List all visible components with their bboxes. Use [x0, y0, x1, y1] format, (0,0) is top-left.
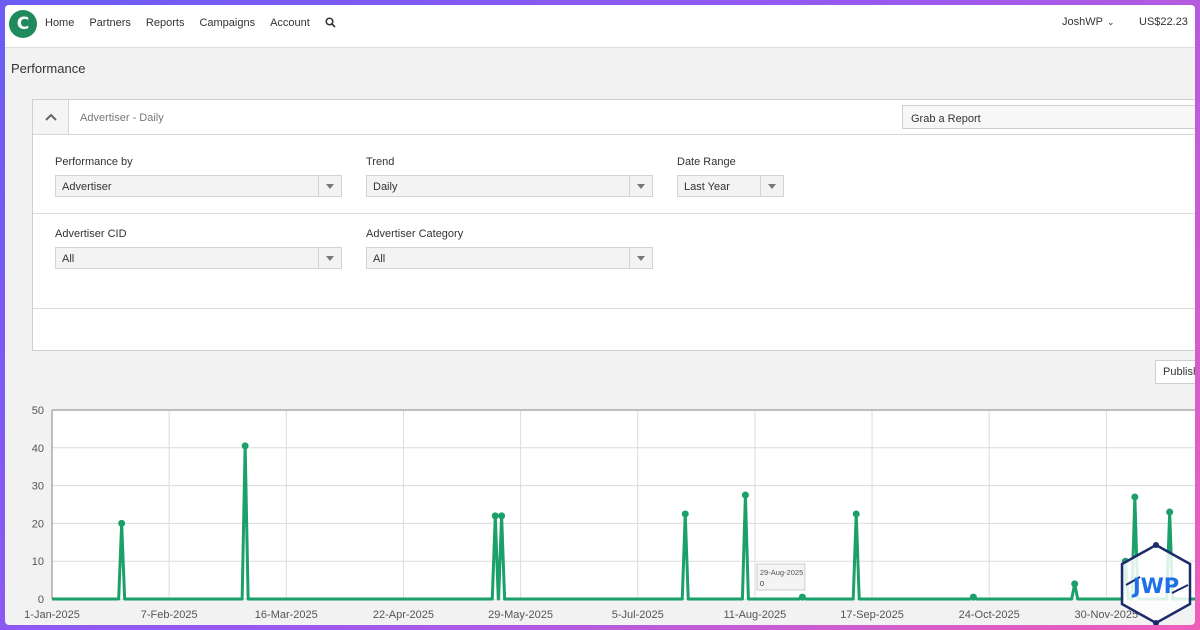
tooltip-date: 29-Aug-2025 [760, 568, 803, 577]
advertiser-cid-select[interactable]: All [55, 247, 342, 269]
grab-report-select[interactable]: Grab a Report [902, 105, 1195, 129]
nav-link-reports[interactable]: Reports [146, 17, 185, 29]
data-point [1071, 580, 1079, 588]
dropdown-arrow-icon [629, 248, 652, 268]
advertiser-category-label: Advertiser Category [366, 228, 464, 240]
advertiser-cid-value: All [62, 253, 75, 265]
data-point [498, 512, 506, 520]
chevron-down-icon: ⌄ [1106, 17, 1115, 27]
performance-by-label: Performance by [55, 156, 133, 168]
data-point [241, 442, 249, 450]
report-panel: Advertiser - Daily Grab a Report Perform… [32, 99, 1195, 351]
logo-letter: C [16, 14, 30, 34]
data-point [741, 491, 749, 499]
nav-link-account[interactable]: Account [270, 17, 310, 29]
dropdown-arrow-icon [760, 176, 783, 196]
date-range-value: Last Year [684, 181, 730, 193]
y-tick-label: 10 [32, 556, 44, 568]
nav-link-home[interactable]: Home [45, 17, 74, 29]
x-tick-label: 5-Jul-2025 [612, 609, 664, 621]
panel-header: Advertiser - Daily Grab a Report [33, 100, 1195, 135]
advertiser-category-value: All [373, 253, 386, 265]
user-menu[interactable]: JoshWP ⌄ [1062, 16, 1115, 28]
x-tick-label: 16-Mar-2025 [255, 609, 318, 621]
date-range-label: Date Range [677, 156, 736, 168]
date-range-select[interactable]: Last Year [677, 175, 784, 197]
tooltip-value: 0 [760, 579, 764, 588]
x-tick-label: 1-Jan-2025 [24, 609, 80, 621]
svg-text:JWP: JWP [1131, 574, 1179, 598]
data-point [798, 593, 806, 601]
performance-by-select[interactable]: Advertiser [55, 175, 342, 197]
x-tick-label: 17-Sep-2025 [840, 609, 904, 621]
dropdown-arrow-icon [318, 176, 341, 196]
app-window: C Home Partners Reports Campaigns Accoun… [5, 5, 1195, 625]
x-tick-label: 29-May-2025 [488, 609, 553, 621]
page-title: Performance [11, 61, 86, 76]
dropdown-arrow-icon [629, 176, 652, 196]
collapse-button[interactable] [33, 100, 69, 134]
advertiser-cid-label: Advertiser CID [55, 228, 127, 240]
data-point [118, 519, 126, 527]
y-tick-label: 30 [32, 481, 44, 493]
data-point [969, 593, 977, 601]
filter-divider [33, 213, 1195, 214]
data-point [852, 510, 860, 518]
trend-select[interactable]: Daily [366, 175, 653, 197]
data-point [681, 510, 689, 518]
dropdown-arrow-icon [318, 248, 341, 268]
advertiser-category-select[interactable]: All [366, 247, 653, 269]
top-nav: C Home Partners Reports Campaigns Accoun… [5, 5, 1195, 48]
x-tick-label: 24-Oct-2025 [959, 609, 1020, 621]
user-name: JoshWP [1062, 16, 1103, 28]
data-point [1131, 493, 1139, 501]
nav-link-partners[interactable]: Partners [89, 17, 131, 29]
performance-by-value: Advertiser [62, 181, 112, 193]
filter-divider-bottom [33, 308, 1195, 309]
trend-label: Trend [366, 156, 395, 168]
trend-value: Daily [373, 181, 398, 193]
y-tick-label: 50 [32, 405, 44, 417]
x-tick-label: 7-Feb-2025 [141, 609, 198, 621]
plot-area [52, 410, 1195, 599]
performance-chart: 0 10 20 30 40 50 1-Jan-2025 7-Feb-2025 16-Mar-20… [24, 405, 1195, 621]
y-tick-label: 20 [32, 518, 44, 530]
account-balance: US$22.23 [1139, 16, 1188, 28]
y-tick-label: 0 [38, 594, 44, 606]
cj-logo[interactable]: C [9, 10, 37, 38]
data-point [491, 512, 499, 520]
nav-link-campaigns[interactable]: Campaigns [199, 17, 255, 29]
data-point [1166, 508, 1174, 516]
chevron-up-icon [44, 113, 57, 121]
jwp-watermark: JWP [1120, 542, 1192, 625]
y-tick-label: 40 [32, 443, 44, 455]
publish-button[interactable]: Publish [1155, 360, 1195, 384]
x-tick-label: 11-Aug-2025 [723, 609, 786, 621]
search-icon[interactable] [325, 17, 337, 29]
panel-title: Advertiser - Daily [80, 112, 164, 124]
nav-links: Home Partners Reports Campaigns Account [45, 5, 337, 41]
x-tick-label: 22-Apr-2025 [373, 609, 434, 621]
